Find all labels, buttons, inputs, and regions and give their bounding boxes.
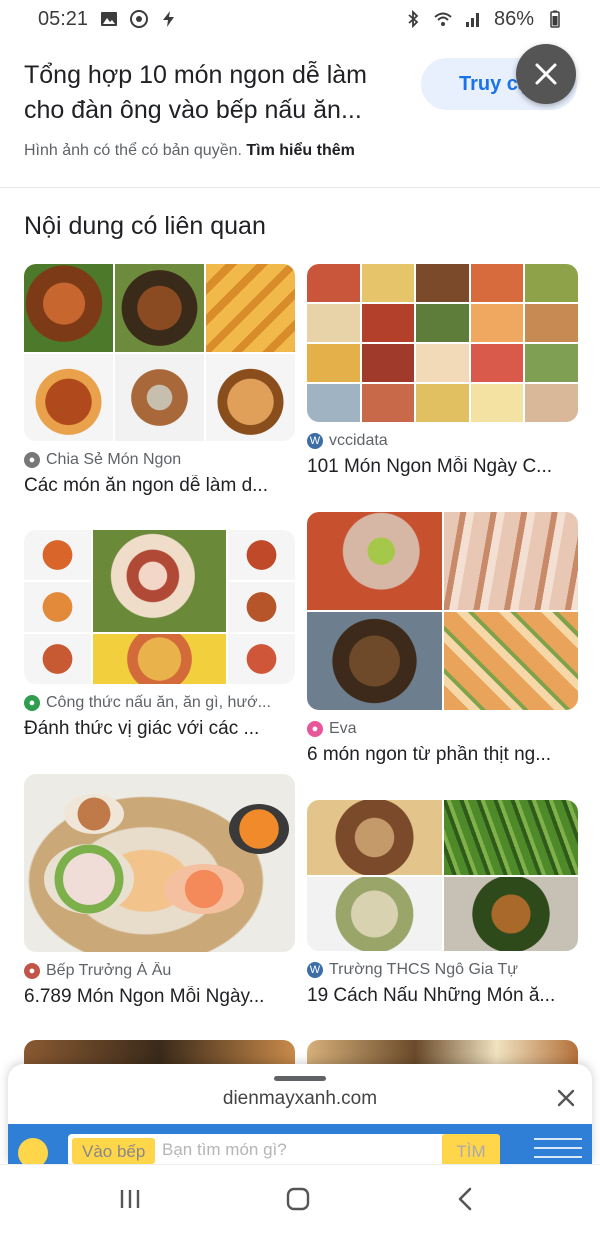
menu-icon bbox=[534, 1138, 582, 1164]
related-card[interactable]: ● Công thức nấu ăn, ăn gì, hướ... Đánh t… bbox=[24, 530, 295, 740]
related-thumbnail bbox=[307, 800, 578, 951]
site-tag: Vào bếp bbox=[72, 1138, 156, 1164]
source-label: ● Chia Sẻ Món Ngon bbox=[24, 451, 295, 469]
card-caption: Đánh thức vị giác với các ... bbox=[24, 718, 260, 739]
recipe-site-icon: ● bbox=[24, 695, 40, 711]
source-name: Công thức nấu ăn, ăn gì, hướ... bbox=[46, 694, 271, 711]
card-caption: 19 Cách Nấu Những Món ă... bbox=[307, 985, 556, 1006]
battery-percent: 86% bbox=[493, 7, 534, 30]
site-logo-icon bbox=[18, 1138, 48, 1164]
chef-icon: ● bbox=[24, 963, 40, 979]
recent-apps-icon bbox=[120, 1190, 140, 1208]
card-caption: 6.789 Món Ngon Mỗi Ngày... bbox=[24, 986, 265, 1007]
image-detail-header: Tổng hợp 10 món ngon dễ làm cho đàn ông … bbox=[0, 38, 600, 188]
related-section-title: Nội dung có liên quan bbox=[24, 212, 266, 240]
site-preview-sheet[interactable]: dienmayxanh.com Vào bếp Bạn tìm món gì? … bbox=[8, 1064, 592, 1164]
source-label: ● Công thức nấu ăn, ăn gì, hướ... bbox=[24, 694, 295, 712]
bluetooth-icon bbox=[404, 10, 422, 28]
related-card[interactable]: ● Bếp Trưởng Á Âu 6.789 Món Ngon Mỗi Ngà… bbox=[24, 774, 295, 1008]
copyright-notice: Hình ảnh có thể có bản quyền. Tìm hiểu t… bbox=[24, 142, 355, 160]
related-card[interactable]: W vccidata 101 Món Ngon Mỗi Ngày C... bbox=[307, 264, 578, 478]
source-name: Chia Sẻ Món Ngon bbox=[46, 451, 182, 468]
battery-icon bbox=[546, 10, 564, 28]
source-name: Bếp Trưởng Á Âu bbox=[46, 962, 172, 979]
wordpress-icon: W bbox=[307, 962, 323, 978]
related-thumbnail bbox=[307, 264, 578, 422]
source-label: ● Bếp Trưởng Á Âu bbox=[24, 962, 295, 980]
close-button[interactable] bbox=[516, 44, 576, 104]
related-thumbnail bbox=[24, 774, 295, 952]
related-card[interactable]: ● Eva 6 món ngon từ phần thịt ng... bbox=[307, 512, 578, 766]
copyright-text: Hình ảnh có thể có bản quyền. bbox=[24, 142, 242, 159]
sheet-close-button[interactable] bbox=[554, 1086, 578, 1110]
system-nav-bar bbox=[0, 1164, 600, 1233]
signal-icon bbox=[464, 10, 482, 28]
globe-icon: ● bbox=[24, 452, 40, 468]
chrome-icon bbox=[130, 10, 149, 28]
wordpress-icon: W bbox=[307, 433, 323, 449]
wifi-icon bbox=[434, 10, 452, 28]
related-card[interactable]: ● Chia Sẻ Món Ngon Các món ăn ngon dễ là… bbox=[24, 264, 295, 497]
site-search-button: TÌM bbox=[442, 1134, 500, 1164]
site-search-box: Vào bếp Bạn tìm món gì? bbox=[68, 1134, 498, 1164]
source-label: ● Eva bbox=[307, 720, 578, 738]
image-icon bbox=[100, 10, 118, 28]
related-thumbnail bbox=[307, 512, 578, 710]
close-icon bbox=[535, 63, 557, 85]
learn-more-link[interactable]: Tìm hiểu thêm bbox=[246, 142, 354, 159]
related-thumbnail bbox=[24, 264, 295, 441]
source-name: Eva bbox=[329, 720, 357, 737]
source-name: Trường THCS Ngô Gia Tự bbox=[329, 961, 518, 978]
close-icon bbox=[557, 1089, 575, 1107]
back-button[interactable] bbox=[446, 1183, 486, 1215]
home-button[interactable] bbox=[278, 1183, 318, 1215]
clock: 05:21 bbox=[38, 7, 89, 30]
source-label: W Trường THCS Ngô Gia Tự bbox=[307, 961, 578, 979]
source-name: vccidata bbox=[329, 432, 388, 449]
card-caption: Các món ăn ngon dễ làm d... bbox=[24, 475, 268, 496]
page-title: Tổng hợp 10 món ngon dễ làm cho đàn ông … bbox=[24, 61, 368, 124]
back-icon bbox=[458, 1187, 472, 1211]
home-icon bbox=[286, 1187, 310, 1211]
related-thumbnail bbox=[24, 530, 295, 684]
site-preview: Vào bếp Bạn tìm món gì? TÌM bbox=[8, 1124, 592, 1164]
recent-apps-button[interactable] bbox=[110, 1183, 150, 1215]
related-card[interactable]: W Trường THCS Ngô Gia Tự 19 Cách Nấu Nhữ… bbox=[307, 800, 578, 1007]
card-caption: 6 món ngon từ phần thịt ng... bbox=[307, 744, 552, 765]
site-domain: dienmayxanh.com bbox=[222, 1088, 378, 1109]
drag-handle[interactable] bbox=[274, 1076, 326, 1081]
source-label: W vccidata bbox=[307, 432, 578, 450]
card-caption: 101 Món Ngon Mỗi Ngày C... bbox=[307, 456, 553, 477]
status-bar: 05:21 86% bbox=[0, 0, 600, 38]
eva-icon: ● bbox=[307, 721, 323, 737]
flash-icon bbox=[160, 10, 178, 28]
site-search-placeholder: Bạn tìm món gì? bbox=[162, 1140, 287, 1159]
